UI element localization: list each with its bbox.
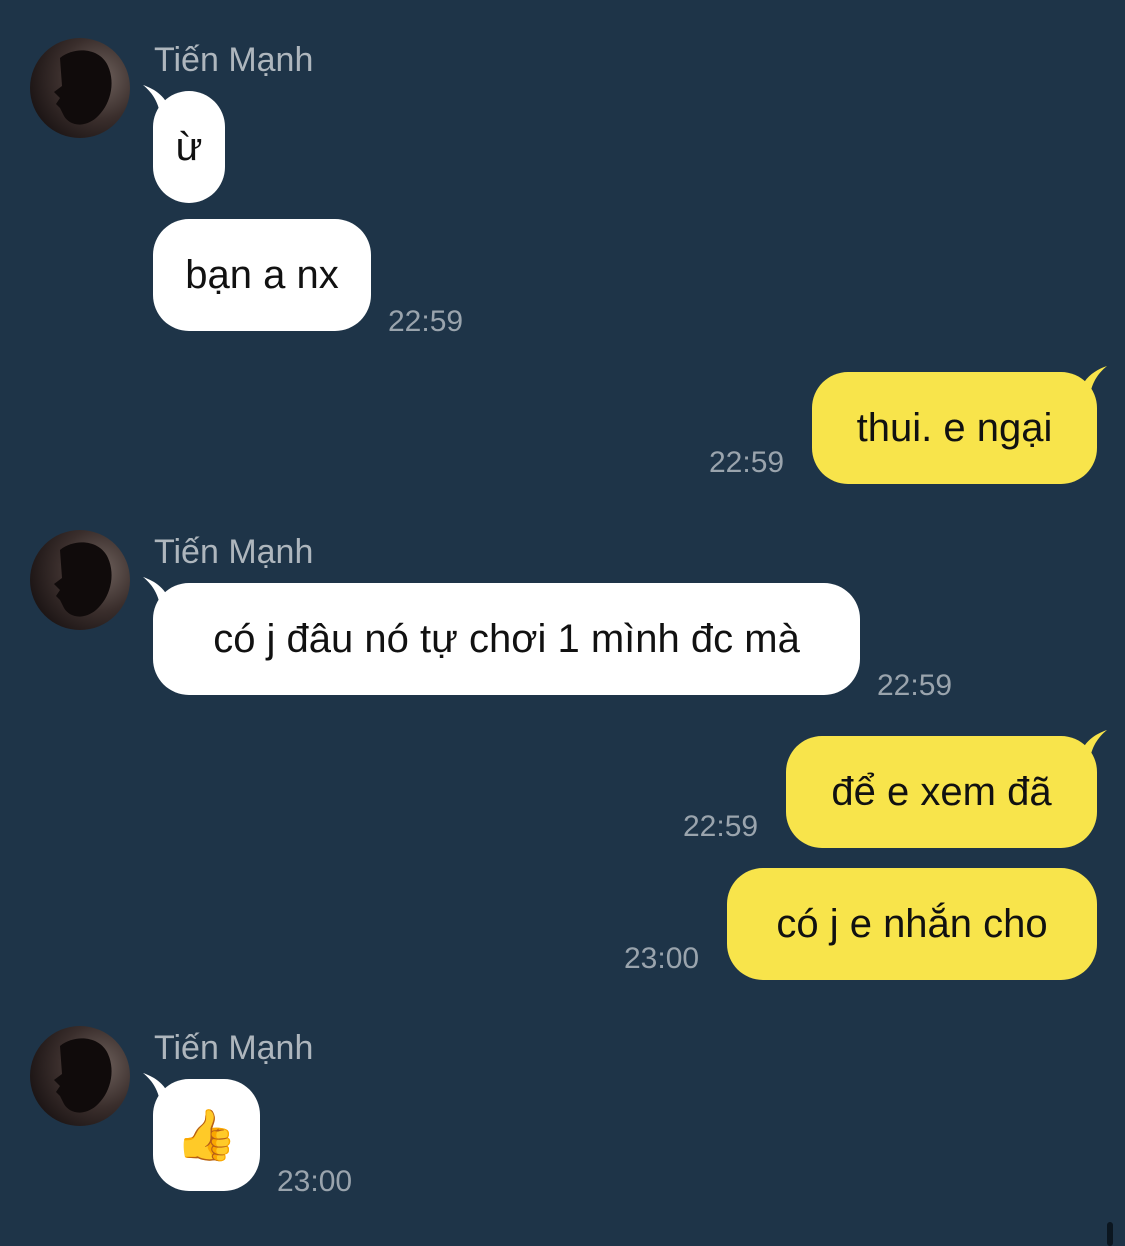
scrollbar[interactable] <box>1107 1222 1113 1246</box>
message-bubble[interactable]: có j e nhắn cho <box>727 868 1097 980</box>
message-time: 22:59 <box>388 305 464 338</box>
sender-name: Tiến Mạnh <box>154 533 314 571</box>
message-time: 22:59 <box>877 669 953 702</box>
message-time: 22:59 <box>683 810 759 843</box>
message-text: để e xem đã <box>831 769 1052 814</box>
message-bubble[interactable]: để e xem đã <box>786 730 1107 848</box>
message-bubble[interactable]: bạn a nx <box>153 219 371 331</box>
avatar[interactable] <box>30 38 130 138</box>
bubble-tail <box>143 577 171 617</box>
message-bubble[interactable]: có j đâu nó tự chơi 1 mình đc mà <box>143 577 860 695</box>
message-text: ừ <box>175 124 203 169</box>
message-text: thui. e ngại <box>856 405 1053 450</box>
bubble-tail <box>143 85 171 125</box>
message-bubble[interactable]: 👍 <box>143 1073 260 1191</box>
message-time: 22:59 <box>709 446 785 479</box>
message-bubble[interactable]: ừ <box>143 85 225 203</box>
message-text: có j e nhắn cho <box>776 901 1048 946</box>
avatar[interactable] <box>30 530 130 630</box>
message-time: 23:00 <box>277 1165 353 1198</box>
message-bubble[interactable]: thui. e ngại <box>812 366 1107 484</box>
bubble-tail <box>1079 366 1107 406</box>
sender-name: Tiến Mạnh <box>154 1029 314 1067</box>
bubble-tail <box>143 1073 171 1113</box>
avatar[interactable] <box>30 1026 130 1126</box>
message-text: có j đâu nó tự chơi 1 mình đc mà <box>213 616 800 661</box>
sender-name: Tiến Mạnh <box>154 41 314 79</box>
message-text: bạn a nx <box>185 252 339 297</box>
bubble-tail <box>1079 730 1107 770</box>
message-time: 23:00 <box>624 942 700 975</box>
thumbs-up-icon: 👍 <box>175 1107 238 1163</box>
